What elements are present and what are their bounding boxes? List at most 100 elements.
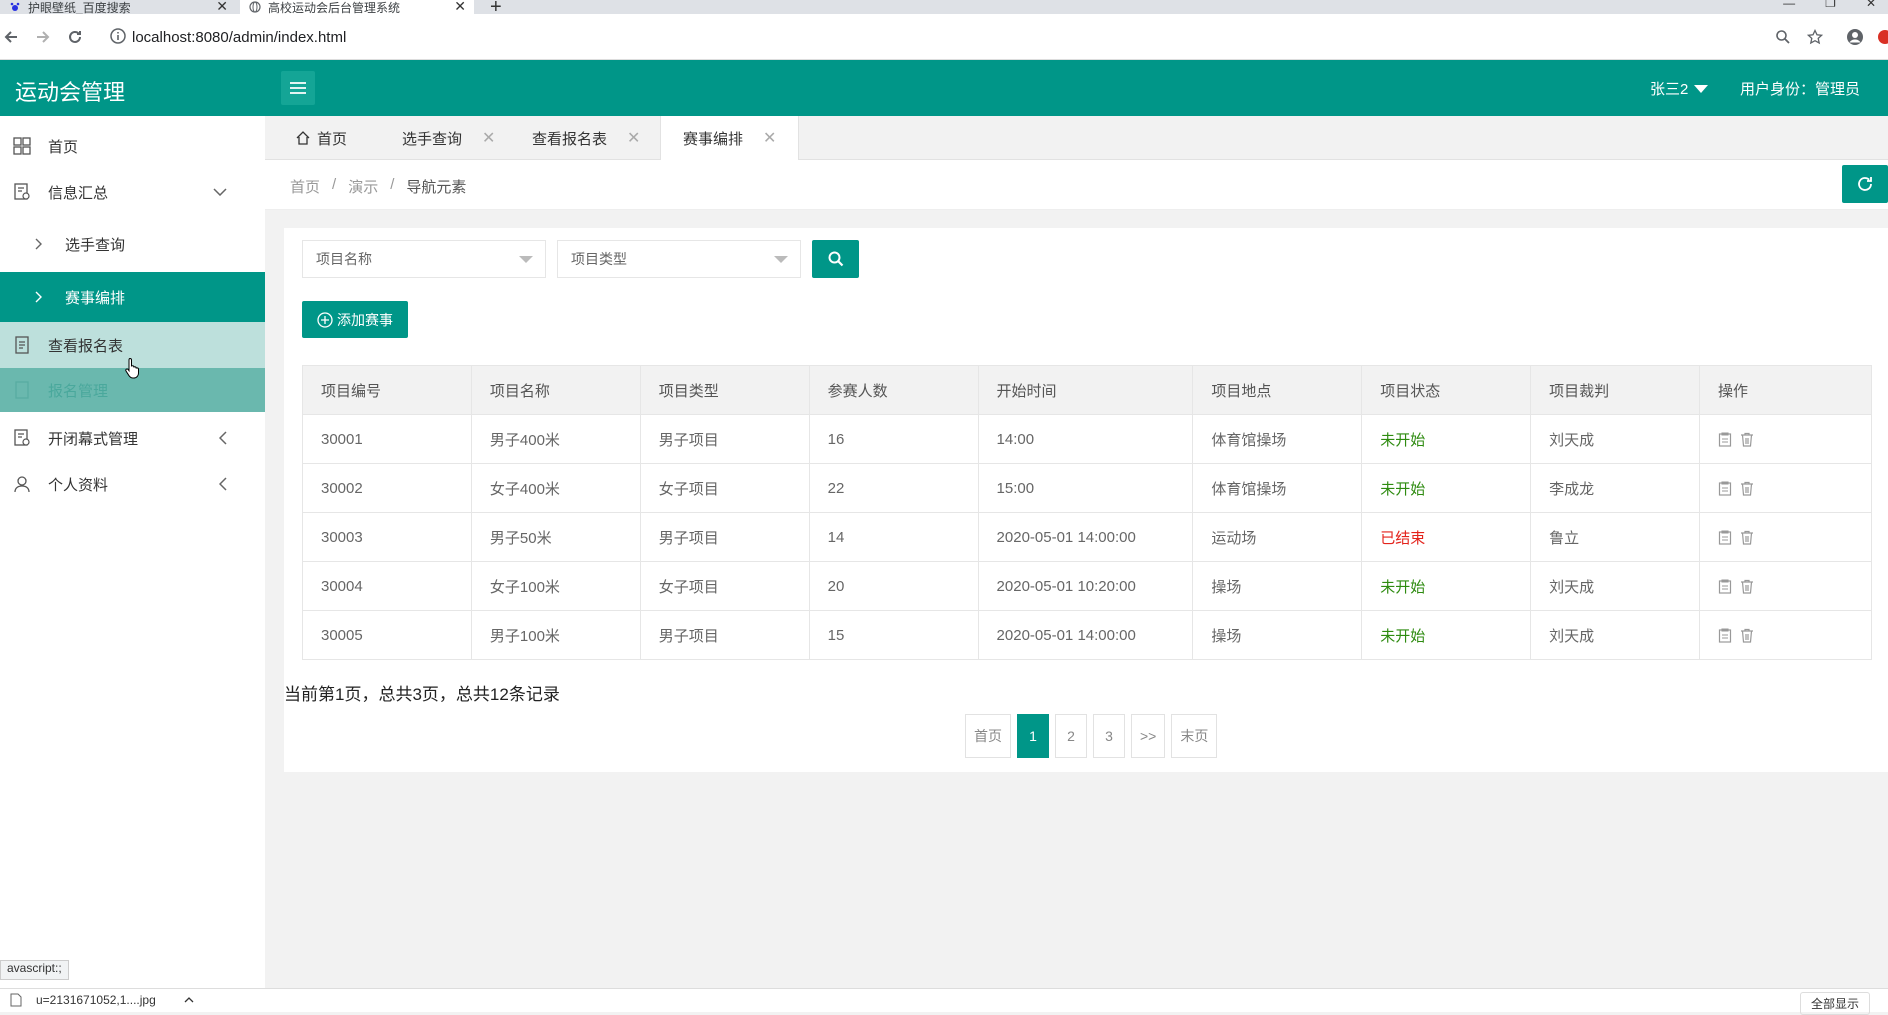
tab-view-registration[interactable]: 查看报名表 ✕ xyxy=(532,116,640,160)
table-cell-actions xyxy=(1699,610,1872,660)
column-header: 项目裁判 xyxy=(1530,365,1701,415)
refresh-button[interactable] xyxy=(1842,165,1888,203)
close-icon[interactable]: ✕ xyxy=(763,128,776,148)
zoom-icon[interactable] xyxy=(1772,26,1794,48)
page-number[interactable]: 3 xyxy=(1093,714,1125,758)
paw-icon xyxy=(8,0,22,14)
info-icon[interactable] xyxy=(110,28,126,44)
edit-icon[interactable] xyxy=(1718,627,1732,643)
delete-icon[interactable] xyxy=(1740,481,1754,496)
delete-icon[interactable] xyxy=(1740,628,1754,643)
table-cell: 男子400米 xyxy=(470,414,641,464)
close-tab-icon[interactable]: ✕ xyxy=(216,0,228,14)
page-last[interactable]: 末页 xyxy=(1171,714,1218,758)
edit-icon[interactable] xyxy=(1718,480,1732,496)
sidebar-item-home[interactable]: 首页 xyxy=(0,130,265,162)
browser-tab-admin[interactable]: 高校运动会后台管理系统 ✕ xyxy=(240,0,474,14)
tab-schedule[interactable]: 赛事编排 ✕ xyxy=(660,116,800,160)
tab-home[interactable]: 首页 xyxy=(295,116,347,160)
tab-player-query[interactable]: 选手查询 ✕ xyxy=(402,116,495,160)
column-header: 项目名称 xyxy=(470,365,641,415)
add-competition-button[interactable]: 添加赛事 xyxy=(302,301,408,338)
forward-icon[interactable] xyxy=(32,26,54,48)
table-cell: 2020-05-01 10:20:00 xyxy=(977,561,1194,611)
star-icon[interactable] xyxy=(1804,26,1826,48)
breadcrumb-item[interactable]: 首页 xyxy=(290,176,320,197)
project-type-select[interactable]: 项目类型 xyxy=(557,240,801,278)
minimize-icon[interactable]: — xyxy=(1783,0,1795,10)
chevron-up-icon xyxy=(184,997,194,1003)
browser-tab-title: 护眼壁纸_百度搜索 xyxy=(28,0,131,15)
page-first[interactable]: 首页 xyxy=(965,714,1011,758)
close-tab-icon[interactable]: ✕ xyxy=(454,0,466,14)
table-cell: 体育馆操场 xyxy=(1192,463,1363,513)
back-icon[interactable] xyxy=(0,26,22,48)
sidebar-item-info-summary[interactable]: 信息汇总 xyxy=(0,176,265,208)
table-cell: 男子项目 xyxy=(639,610,810,660)
reload-icon[interactable] xyxy=(64,26,86,48)
search-icon xyxy=(828,251,843,267)
tab-label: 查看报名表 xyxy=(532,130,608,148)
sidebar-item-profile[interactable]: 个人资料 xyxy=(0,468,265,500)
content-panel: 项目名称 项目类型 添加赛事 项目编号 项目名称 项目类型 参赛人数 开始时间 … xyxy=(284,228,1888,772)
browser-tab-bar: 护眼壁纸_百度搜索 ✕ 高校运动会后台管理系统 ✕ + — ❐ ✕ xyxy=(0,0,1888,14)
table-cell: 30005 xyxy=(302,610,472,660)
document-gear-icon xyxy=(12,182,32,202)
profile-icon[interactable] xyxy=(1844,26,1866,48)
table-cell: 操场 xyxy=(1192,610,1363,660)
table-cell: 未开始 xyxy=(1361,610,1532,660)
user-menu[interactable]: 张三2 xyxy=(1650,78,1709,99)
sidebar-item-ceremony[interactable]: 开闭幕式管理 xyxy=(0,422,265,454)
delete-icon[interactable] xyxy=(1740,432,1754,447)
home-icon xyxy=(296,131,310,145)
new-tab-icon[interactable]: + xyxy=(490,0,502,14)
page-next[interactable]: >> xyxy=(1131,714,1166,758)
table-cell: 30001 xyxy=(302,414,472,464)
table-cell: 未开始 xyxy=(1361,561,1532,611)
table-cell: 李成龙 xyxy=(1530,463,1701,513)
sidebar-item-schedule[interactable]: 赛事编排 xyxy=(0,272,265,322)
close-window-icon[interactable]: ✕ xyxy=(1866,0,1876,10)
url-field[interactable]: localhost:8080/admin/index.html xyxy=(110,20,1770,54)
extension-badge-icon[interactable] xyxy=(1872,26,1888,48)
table-cell-actions xyxy=(1699,463,1872,513)
breadcrumb-item[interactable]: 演示 xyxy=(348,176,378,197)
browser-tab-baidu[interactable]: 护眼壁纸_百度搜索 ✕ xyxy=(0,0,236,14)
table-cell: 15 xyxy=(808,610,979,660)
breadcrumb-separator: / xyxy=(332,176,337,193)
sidebar-item-player-query[interactable]: 选手查询 xyxy=(0,228,265,260)
table-cell: 刘天成 xyxy=(1530,610,1701,660)
address-bar: localhost:8080/admin/index.html xyxy=(0,14,1888,60)
table-cell: 男子100米 xyxy=(470,610,641,660)
delete-icon[interactable] xyxy=(1740,530,1754,545)
refresh-icon xyxy=(1858,177,1872,191)
close-icon[interactable]: ✕ xyxy=(627,128,640,148)
edit-icon[interactable] xyxy=(1718,529,1732,545)
search-button[interactable] xyxy=(812,240,859,278)
menu-toggle-button[interactable] xyxy=(281,71,315,105)
delete-icon[interactable] xyxy=(1740,579,1754,594)
page-number[interactable]: 1 xyxy=(1017,714,1049,758)
url-text: localhost:8080/admin/index.html xyxy=(132,28,347,46)
project-name-select[interactable]: 项目名称 xyxy=(302,240,546,278)
globe-icon xyxy=(248,0,262,14)
download-item[interactable]: u=2131671052,1....jpg xyxy=(10,993,194,1007)
download-filename: u=2131671052,1....jpg xyxy=(36,993,156,1007)
select-placeholder: 项目名称 xyxy=(316,251,372,267)
restore-icon[interactable]: ❐ xyxy=(1825,0,1836,10)
table-cell-actions xyxy=(1699,512,1872,562)
table-cell: 14 xyxy=(808,512,979,562)
table-cell-actions xyxy=(1699,414,1872,464)
table-header-row: 项目编号 项目名称 项目类型 参赛人数 开始时间 项目地点 项目状态 项目裁判 … xyxy=(302,365,1872,415)
table-cell: 运动场 xyxy=(1192,512,1363,562)
page-number[interactable]: 2 xyxy=(1055,714,1087,758)
breadcrumb-item: 导航元素 xyxy=(406,179,467,196)
close-icon[interactable]: ✕ xyxy=(482,128,495,148)
document-icon xyxy=(12,380,32,400)
edit-icon[interactable] xyxy=(1718,431,1732,447)
user-icon xyxy=(12,474,32,494)
column-header: 项目编号 xyxy=(302,365,472,415)
edit-icon[interactable] xyxy=(1718,578,1732,594)
table-cell: 22 xyxy=(808,463,979,513)
chevron-right-icon xyxy=(32,287,46,307)
